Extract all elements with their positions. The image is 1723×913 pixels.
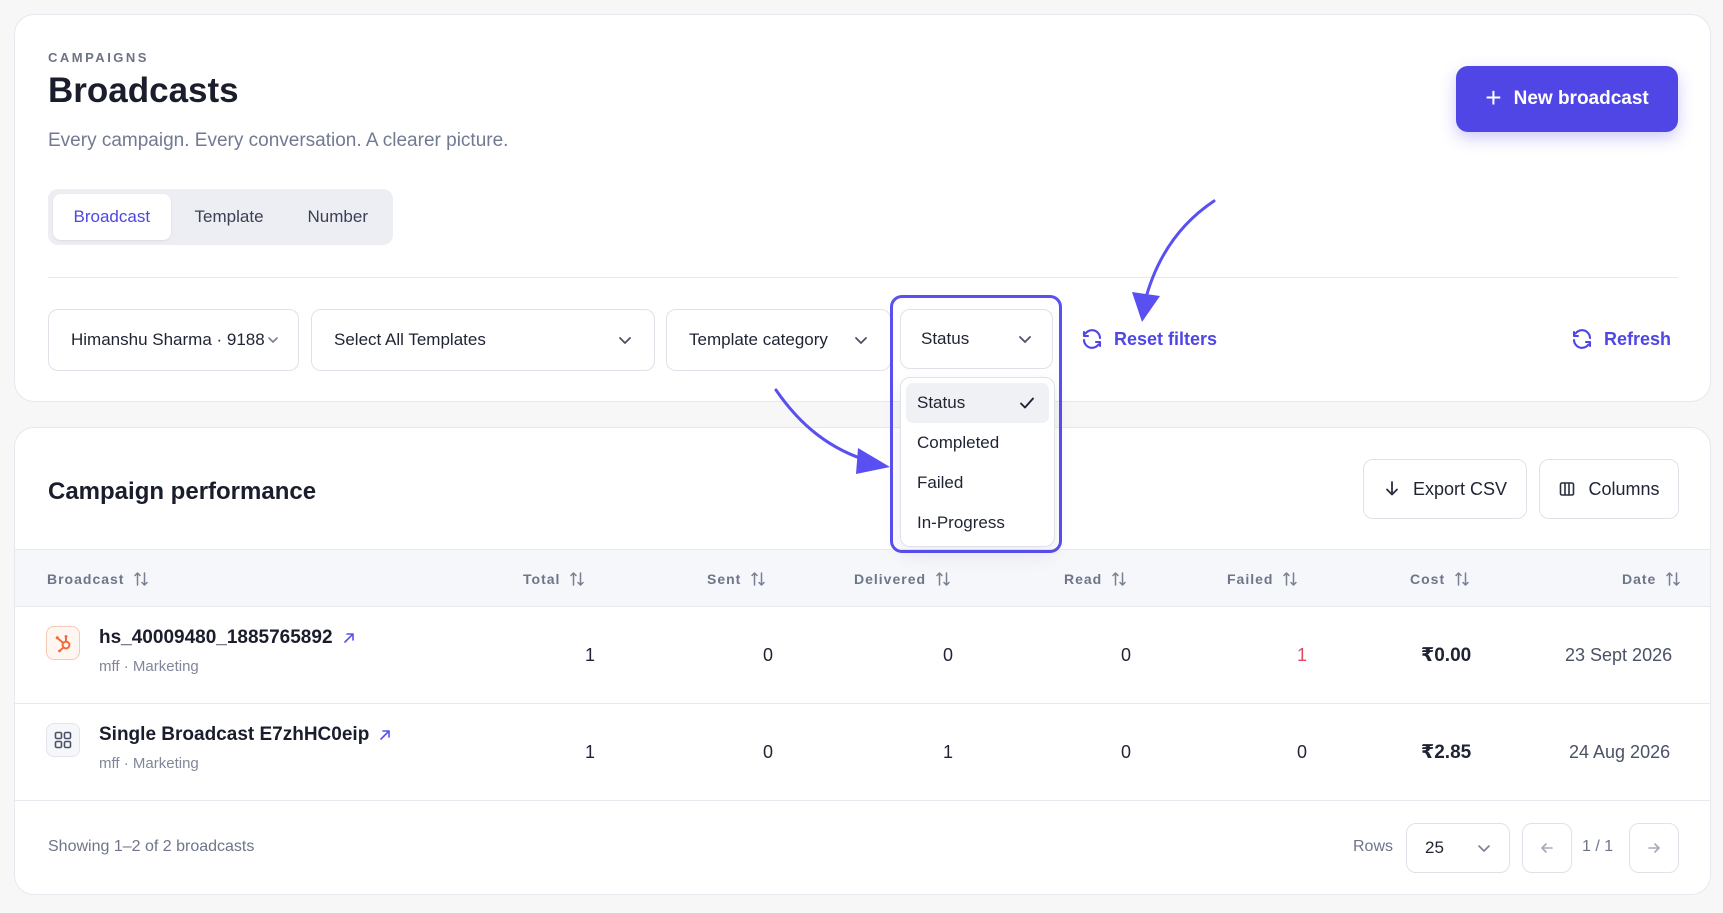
view-tabs: Broadcast Template Number [48,189,393,245]
total-value: 1 [585,742,596,762]
reset-filters-label: Reset filters [1114,328,1218,349]
status-option-completed[interactable]: Completed [906,423,1049,463]
columns-button[interactable]: Columns [1539,459,1679,519]
arrow-left-icon [1541,843,1553,853]
column-header-total[interactable]: Total [523,550,586,608]
sort-icon [570,572,585,586]
external-link-icon [343,633,354,643]
status-option-in-progress[interactable]: In-Progress [906,503,1049,543]
divider [48,277,1678,278]
sent-value: 0 [763,742,774,762]
sort-icon [751,572,766,586]
rows-label: Rows [1353,838,1394,855]
broadcasts-header-card: CAMPAIGNS Broadcasts Every campaign. Eve… [14,14,1711,402]
table-header: Broadcast Total Sent Delivered Read Fail… [15,549,1710,607]
delivered-value: 0 [943,645,954,665]
rows-per-page-select[interactable]: 25 [1406,823,1510,873]
page-subtitle: Every campaign. Every conversation. A cl… [48,130,509,151]
cost-value: ₹2.85 [1421,742,1472,763]
status-dropdown-menu: Status Completed Failed In-Progress [900,377,1055,547]
column-header-cost[interactable]: Cost [1410,550,1471,608]
download-icon [1386,481,1398,496]
column-header-sent[interactable]: Sent [707,550,767,608]
new-broadcast-label: New broadcast [1513,88,1649,109]
tab-template[interactable]: Template [175,194,284,240]
failed-value: 0 [1297,742,1308,762]
account-select[interactable]: Himanshu Sharma · 9188 [48,309,299,371]
chevron-down-icon [618,333,632,347]
refresh-label: Refresh [1604,328,1672,349]
category-select-value: Template category [689,330,828,349]
campaign-performance-card: Campaign performance Export CSV Columns … [14,427,1711,895]
tab-number[interactable]: Number [288,194,388,240]
columns-label: Columns [1588,478,1660,499]
columns-icon [1560,482,1575,496]
delivered-value: 1 [943,742,954,762]
sent-value: 0 [763,645,774,665]
sort-icon [1666,572,1681,586]
grid-icon [46,723,80,757]
column-header-broadcast[interactable]: Broadcast [47,550,150,608]
status-option-status[interactable]: Status [906,383,1049,423]
sort-icon [1455,572,1469,586]
broadcast-meta: mff · Marketing [99,658,199,675]
date-value: 24 Aug 2026 [1569,742,1671,762]
chevron-down-icon [1018,332,1032,346]
arrow-right-icon [1648,843,1660,853]
broadcast-name-link[interactable]: Single Broadcast E7zhHC0eip [99,724,393,746]
export-csv-label: Export CSV [1412,478,1508,499]
total-value: 1 [585,645,596,665]
tab-broadcast[interactable]: Broadcast [53,194,171,240]
export-csv-button[interactable]: Export CSV [1363,459,1527,519]
templates-select-value: Select All Templates [334,330,486,349]
status-select-value: Status [921,329,970,348]
failed-value: 1 [1297,645,1308,665]
read-value: 0 [1121,742,1132,762]
previous-page-button[interactable] [1522,823,1572,873]
external-link-icon [380,730,391,740]
column-header-failed[interactable]: Failed [1227,550,1299,608]
sort-icon [1283,572,1298,586]
plus-icon: + [1485,81,1502,113]
refresh-icon [1082,329,1102,349]
sort-icon [1112,572,1126,586]
section-title: Campaign performance [48,478,317,505]
next-page-button[interactable] [1629,823,1679,873]
category-select[interactable]: Template category [666,309,891,371]
refresh-button[interactable]: Refresh [1570,327,1671,351]
account-select-value: Himanshu Sharma · 9188 [71,330,265,349]
sort-icon [936,572,950,586]
column-header-delivered[interactable]: Delivered [854,550,952,608]
status-select[interactable]: Status [900,309,1053,369]
reset-filters-button[interactable]: Reset filters [1080,327,1217,351]
rows-per-page-value: 25 [1425,838,1444,857]
broadcast-meta: mff · Marketing [99,755,199,772]
templates-select[interactable]: Select All Templates [311,309,655,371]
column-header-read[interactable]: Read [1064,550,1128,608]
table-row[interactable]: hs_40009480_1885765892 mff · Marketing 1… [15,607,1710,704]
section-eyebrow: CAMPAIGNS [48,50,149,65]
read-value: 0 [1121,645,1132,665]
refresh-icon [1572,329,1592,349]
chevron-down-icon [266,333,278,347]
cost-value: ₹0.00 [1421,645,1472,666]
broadcast-name-link[interactable]: hs_40009480_1885765892 [99,627,357,649]
chevron-down-icon [854,333,868,347]
pagination-summary: Showing 1–2 of 2 broadcasts [48,838,255,855]
sort-icon [134,572,149,586]
status-option-failed[interactable]: Failed [906,463,1049,503]
column-header-date[interactable]: Date [1622,550,1682,608]
table-row[interactable]: Single Broadcast E7zhHC0eip mff · Market… [15,704,1710,801]
hubspot-icon [46,626,80,660]
new-broadcast-button[interactable]: + New broadcast [1456,66,1678,132]
page-indicator: 1 / 1 [1582,838,1614,855]
page-title: Broadcasts [48,71,239,110]
date-value: 23 Sept 2026 [1565,645,1673,665]
chevron-down-icon [1477,841,1491,855]
check-icon [1020,397,1034,409]
